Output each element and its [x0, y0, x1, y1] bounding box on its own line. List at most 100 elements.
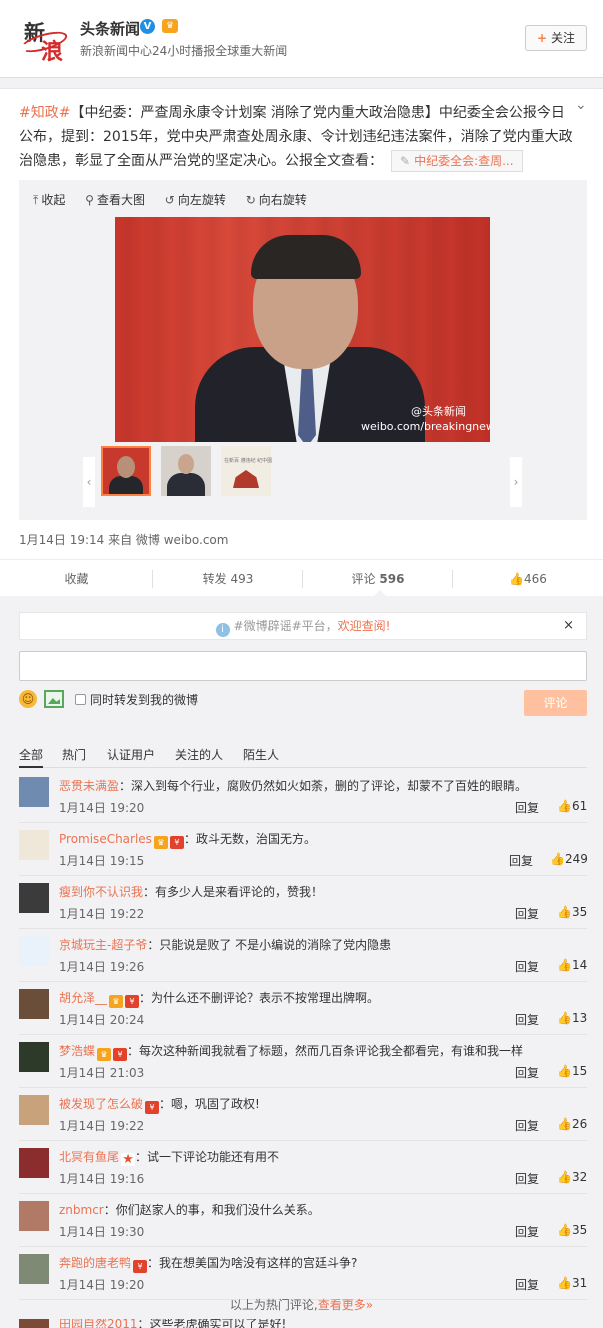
reply-button[interactable]: 回复	[515, 1223, 539, 1240]
red-envelope-icon: ¥	[125, 995, 140, 1008]
main-photo[interactable]: @头条新闻 weibo.com/breakingnews	[115, 217, 490, 442]
repost-checkbox[interactable]	[75, 694, 86, 705]
comment-item: 胡允泽__ ♛ ¥ ：为什么还不删评论？表示不按常理出牌啊。 1月14日 20:24 回复…	[0, 982, 603, 1035]
reply-button[interactable]: 回复	[515, 1276, 539, 1293]
view-large-button[interactable]: ⚲ 查看大图	[85, 191, 145, 208]
comment-item: 奔跑的唐老鸭 ¥ ：我在想美国为啥没有这样的宫廷斗争? 1月14日 19:20 回复 👍3…	[0, 1247, 603, 1300]
avatar[interactable]	[19, 989, 49, 1019]
notice-link[interactable]: 欢迎查阅!	[338, 619, 391, 633]
thumbnail-1[interactable]	[101, 446, 151, 496]
comment-username[interactable]: 奔跑的唐老鸭	[59, 1256, 131, 1270]
comment-username[interactable]: 北冥有鱼尾	[59, 1150, 119, 1164]
comment-like-button[interactable]: 👍32	[557, 1170, 587, 1184]
comment-time: 1月14日 19:20	[59, 801, 145, 815]
reply-button[interactable]: 回复	[515, 1011, 539, 1028]
thumbs-up-icon: 👍	[557, 1276, 572, 1290]
thumbs-up-icon: 👍	[557, 1011, 572, 1025]
rotate-left-button[interactable]: ↺ 向左旋转	[165, 191, 226, 208]
rotate-right-button[interactable]: ↻ 向右旋转	[246, 191, 307, 208]
active-tab-caret	[374, 590, 386, 596]
comment-username[interactable]: 田园自然2011	[59, 1319, 138, 1328]
comment-like-button[interactable]: 👍14	[557, 958, 587, 972]
thumbs-up-icon: 👍	[557, 958, 572, 972]
account-name[interactable]: 头条新闻	[80, 18, 140, 39]
comment-time: 1月14日 20:24	[59, 1013, 145, 1027]
reply-button[interactable]: 回复	[515, 958, 539, 975]
collect-button[interactable]: 收藏	[0, 560, 153, 598]
collapse-button[interactable]: ⤒ 收起	[33, 191, 65, 208]
image-icon[interactable]	[44, 690, 64, 708]
comment-item: znbmcr：你们赵家人的事，和我们没什么关系。 1月14日 19:30 回复 👍35	[0, 1194, 603, 1247]
comment-like-button[interactable]: 👍31	[557, 1276, 587, 1290]
reply-button[interactable]: 回复	[515, 799, 539, 816]
comment-like-button[interactable]: 👍61	[557, 799, 587, 813]
comment-like-button[interactable]: 👍26	[557, 1117, 587, 1131]
sina-news-logo[interactable]: 新 浪	[18, 14, 70, 65]
rotate-left-icon: ↺	[164, 193, 175, 207]
avatar[interactable]	[19, 936, 49, 966]
follow-button[interactable]: + 关注	[525, 25, 587, 51]
comment-like-button[interactable]: 👍15	[557, 1064, 587, 1078]
avatar[interactable]	[19, 1201, 49, 1231]
comment-like-button[interactable]: 👍13	[557, 1011, 587, 1025]
topic-tag[interactable]: #知政#	[19, 105, 70, 121]
thumbnail-3-text: 在新百 遵违纪 纪中图	[224, 458, 273, 464]
watermark-account: @头条新闻	[411, 405, 466, 418]
like-button[interactable]: 👍466	[453, 560, 603, 598]
avatar[interactable]	[19, 1042, 49, 1072]
reply-button[interactable]: 回复	[515, 1064, 539, 1081]
comment-username[interactable]: 被发现了怎么破	[59, 1097, 143, 1111]
comment-text: ：试一下评论功能还有用不	[135, 1150, 280, 1164]
vip-crown-icon: ♛	[162, 19, 178, 33]
filter-hot[interactable]: 热门	[62, 746, 86, 763]
avatar[interactable]	[19, 883, 49, 913]
thumbnail-2[interactable]	[161, 446, 211, 496]
article-link[interactable]: ✎ 中纪委全会:查周...	[391, 150, 523, 172]
repost-checkbox-label[interactable]: 同时转发到我的微博	[90, 691, 198, 708]
avatar[interactable]	[19, 1148, 49, 1178]
comment-like-button[interactable]: 👍249	[550, 852, 588, 866]
comment-username[interactable]: 恶贯未满盈	[59, 779, 119, 793]
filter-all[interactable]: 全部	[19, 746, 43, 763]
avatar[interactable]	[19, 1319, 49, 1328]
more-link[interactable]: 查看更多»	[318, 1298, 373, 1312]
repost-label: 转发	[202, 572, 227, 586]
emoji-icon[interactable]: ☺	[19, 690, 37, 708]
reply-button[interactable]: 回复	[515, 1117, 539, 1134]
avatar[interactable]	[19, 830, 49, 860]
comment-username[interactable]: znbmcr	[59, 1203, 104, 1217]
post-meta: 1月14日 19:14 来自 微博 weibo.com	[19, 533, 229, 547]
filter-strangers[interactable]: 陌生人	[243, 746, 279, 763]
reply-button[interactable]: 回复	[515, 905, 539, 922]
comment-text: ：每次这种新闻我就看了标题，然而几百条评论我全都看完，有谁和我一样	[127, 1044, 524, 1058]
post-text: #知政#【中纪委：严查周永康令计划案 消除了党内重大政治隐患】中纪委全会公报今日…	[19, 101, 577, 173]
submit-comment-button[interactable]: 评论	[524, 690, 587, 716]
comment-like-button[interactable]: 👍35	[557, 905, 587, 919]
comment-label: 评论	[351, 572, 376, 586]
avatar[interactable]	[19, 1254, 49, 1284]
rotate-right-label: 向右旋转	[258, 193, 307, 207]
comment-username[interactable]: PromiseCharles	[59, 832, 152, 846]
repost-button[interactable]: 转发 493	[153, 560, 303, 598]
comment-username[interactable]: 京城玩主-超子爷	[59, 938, 147, 952]
like-count: 466	[524, 572, 547, 586]
reply-button[interactable]: 回复	[509, 852, 533, 869]
avatar[interactable]	[19, 1095, 49, 1125]
comment-like-button[interactable]: 👍35	[557, 1223, 587, 1237]
comment-text: ：嗯，巩固了政权!	[159, 1097, 260, 1111]
filter-verified[interactable]: 认证用户	[107, 746, 155, 763]
comment-username[interactable]: 胡允泽__	[59, 991, 107, 1005]
thumbnail-3[interactable]: 在新百 遵违纪 纪中图	[221, 446, 273, 496]
comment-username[interactable]: 瘦到你不认识我	[59, 885, 143, 899]
comment-username[interactable]: 梦浩蝶	[59, 1044, 95, 1058]
rotate-left-label: 向左旋转	[177, 193, 226, 207]
filter-following[interactable]: 关注的人	[175, 746, 223, 763]
avatar[interactable]	[19, 777, 49, 807]
more-text: 以上为热门评论,	[229, 1298, 318, 1312]
reply-button[interactable]: 回复	[515, 1170, 539, 1187]
notice-text: #微博辟谣#平台，	[233, 619, 338, 633]
comment-input[interactable]	[19, 651, 587, 681]
comment-text: ：我在想美国为啥没有这样的宫廷斗争?	[147, 1256, 358, 1270]
plus-icon: +	[536, 31, 548, 45]
close-icon[interactable]: ×	[563, 613, 574, 639]
